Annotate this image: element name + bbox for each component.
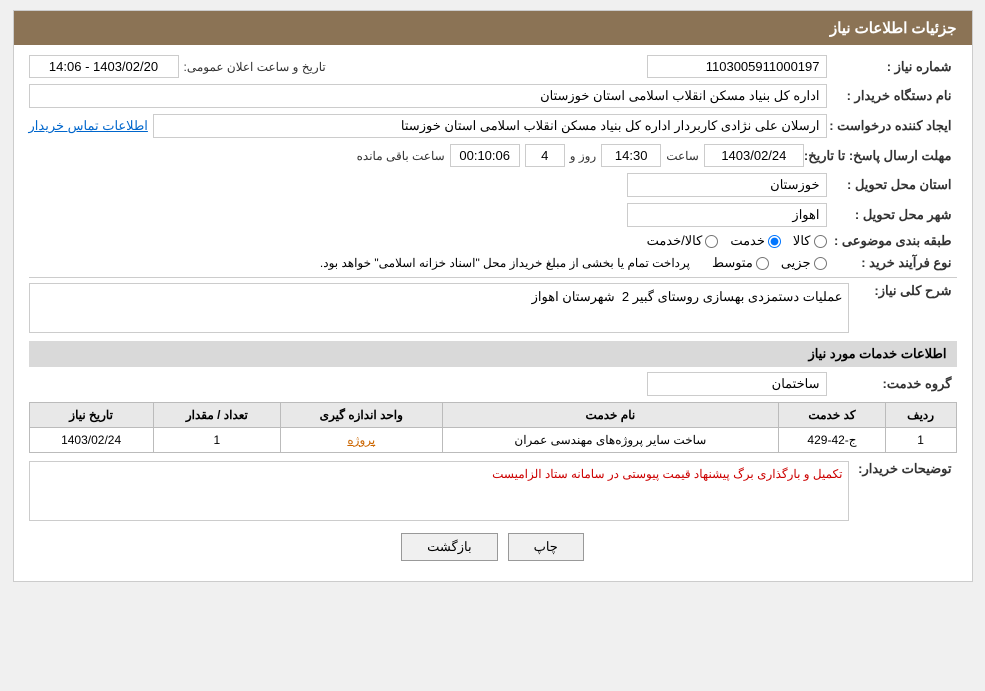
table-header: ردیف کد خدمت نام خدمت واحد اندازه گیری ت… <box>29 403 956 428</box>
page-title: جزئیات اطلاعات نیاز <box>830 20 957 37</box>
main-container: جزئیات اطلاعات نیاز شماره نیاز : 1103005… <box>13 10 973 582</box>
response-date-row: مهلت ارسال پاسخ: تا تاریخ: 1403/02/24 سا… <box>29 144 957 167</box>
col-count: تعداد / مقدار <box>153 403 280 428</box>
creator-row: ایجاد کننده درخواست : ارسلان علی نژادی ک… <box>29 114 957 138</box>
process-note: پرداخت تمام یا بخشی از مبلغ خریداز محل "… <box>320 256 690 270</box>
service-group-value: ساختمان <box>647 372 827 396</box>
process-option-motavasset: متوسط <box>712 255 769 271</box>
process-radio-group: جزیی متوسط پرداخت تمام یا بخشی از مبلغ خ… <box>320 255 827 271</box>
buyer-org-row: نام دستگاه خریدار : اداره کل بنیاد مسکن … <box>29 84 957 108</box>
city-row: شهر محل تحویل : اهواز <box>29 203 957 227</box>
table-body: 1 ج-42-429 ساخت سایر پروژه‌های مهندسی عم… <box>29 428 956 453</box>
services-table: ردیف کد خدمت نام خدمت واحد اندازه گیری ت… <box>29 402 957 453</box>
service-group-row: گروه خدمت: ساختمان <box>29 372 957 396</box>
category-kala-label: کالا <box>793 233 811 249</box>
table-row: 1 ج-42-429 ساخت سایر پروژه‌های مهندسی عم… <box>29 428 956 453</box>
process-motavasset-label: متوسط <box>712 255 753 271</box>
time-value: 14:30 <box>601 144 661 167</box>
response-date-label: مهلت ارسال پاسخ: تا تاریخ: <box>804 148 957 164</box>
cell-code: ج-42-429 <box>779 428 886 453</box>
buyer-notes-label: توضیحات خریدار: <box>857 461 957 477</box>
col-code: کد خدمت <box>779 403 886 428</box>
page-header: جزئیات اطلاعات نیاز <box>14 11 972 45</box>
col-date: تاریخ نیاز <box>29 403 153 428</box>
buyer-notes-section: توضیحات خریدار: تکمیل و بارگذاری برگ پیش… <box>29 461 957 521</box>
separator-1 <box>29 277 957 278</box>
remaining-value: 00:10:06 <box>450 144 520 167</box>
category-radio-kala[interactable] <box>814 235 827 248</box>
cell-name: ساخت سایر پروژه‌های مهندسی عمران <box>442 428 779 453</box>
province-row: استان محل تحویل : خوزستان <box>29 173 957 197</box>
announcement-label: تاریخ و ساعت اعلان عمومی: <box>184 60 326 74</box>
process-radio-jozi[interactable] <box>814 257 827 270</box>
time-label: ساعت <box>666 149 699 163</box>
process-radio-motavasset[interactable] <box>756 257 769 270</box>
description-textarea[interactable]: عملیات دستمزدی بهسازی روستای گبیر 2 شهرس… <box>29 283 849 333</box>
announcement-value: 1403/02/20 - 14:06 <box>29 55 179 78</box>
category-kala-khedmat-label: کالا/خدمت <box>647 233 703 249</box>
buyer-org-value: اداره کل بنیاد مسکن انقلاب اسلامی استان … <box>29 84 827 108</box>
print-button[interactable]: چاپ <box>508 533 584 561</box>
back-button[interactable]: بازگشت <box>401 533 497 561</box>
province-label: استان محل تحویل : <box>827 177 957 193</box>
remaining-label: ساعت باقی مانده <box>357 149 445 163</box>
content-area: شماره نیاز : 1103005911000197 تاریخ و سا… <box>14 45 972 581</box>
buyer-notes-value: تکمیل و بارگذاری برگ پیشنهاد قیمت پیوستی… <box>492 467 842 481</box>
table-header-row: ردیف کد خدمت نام خدمت واحد اندازه گیری ت… <box>29 403 956 428</box>
need-number-label: شماره نیاز : <box>827 59 957 75</box>
col-row: ردیف <box>885 403 956 428</box>
category-radio-group: کالا خدمت کالا/خدمت <box>647 233 827 249</box>
category-radio-khedmat[interactable] <box>768 235 781 248</box>
category-option-kala: کالا <box>793 233 827 249</box>
days-label: روز و <box>570 149 597 163</box>
creator-contact-link[interactable]: اطلاعات تماس خریدار <box>29 118 148 134</box>
category-option-kala-khedmat: کالا/خدمت <box>647 233 719 249</box>
buyer-org-label: نام دستگاه خریدار : <box>827 88 957 104</box>
category-khedmat-label: خدمت <box>730 233 765 249</box>
cell-unit: پروژه <box>281 428 443 453</box>
category-row: طبقه بندی موضوعی : کالا خدمت کالا/خدمت <box>29 233 957 249</box>
service-group-label: گروه خدمت: <box>827 376 957 392</box>
need-number-value: 1103005911000197 <box>647 55 827 78</box>
process-label: نوع فرآیند خرید : <box>827 255 957 271</box>
description-label: شرح کلی نیاز: <box>857 283 957 299</box>
date-time-group: 1403/02/24 ساعت 14:30 روز و 4 00:10:06 س… <box>29 144 804 167</box>
cell-row: 1 <box>885 428 956 453</box>
description-section: شرح کلی نیاز: عملیات دستمزدی بهسازی روست… <box>29 283 957 333</box>
city-label: شهر محل تحویل : <box>827 207 957 223</box>
cell-count: 1 <box>153 428 280 453</box>
col-name: نام خدمت <box>442 403 779 428</box>
col-unit: واحد اندازه گیری <box>281 403 443 428</box>
category-option-khedmat: خدمت <box>730 233 781 249</box>
buyer-notes-box: تکمیل و بارگذاری برگ پیشنهاد قیمت پیوستی… <box>29 461 849 521</box>
process-jozi-label: جزیی <box>781 255 811 271</box>
need-number-row: شماره نیاز : 1103005911000197 تاریخ و سا… <box>29 55 957 78</box>
city-value: اهواز <box>627 203 827 227</box>
creator-value: ارسلان علی نژادی کاربردار اداره کل بنیاد… <box>153 114 827 138</box>
services-section-header: اطلاعات خدمات مورد نیاز <box>29 341 957 367</box>
button-row: چاپ بازگشت <box>29 533 957 561</box>
process-option-jozi: جزیی <box>781 255 827 271</box>
process-row: نوع فرآیند خرید : جزیی متوسط پرداخت تمام… <box>29 255 957 271</box>
cell-date: 1403/02/24 <box>29 428 153 453</box>
days-value: 4 <box>525 144 565 167</box>
province-value: خوزستان <box>627 173 827 197</box>
services-title: اطلاعات خدمات مورد نیاز <box>808 346 946 361</box>
response-date-value: 1403/02/24 <box>704 144 804 167</box>
category-label: طبقه بندی موضوعی : <box>827 233 957 249</box>
creator-label: ایجاد کننده درخواست : <box>827 118 957 134</box>
category-radio-kala-khedmat[interactable] <box>705 235 718 248</box>
